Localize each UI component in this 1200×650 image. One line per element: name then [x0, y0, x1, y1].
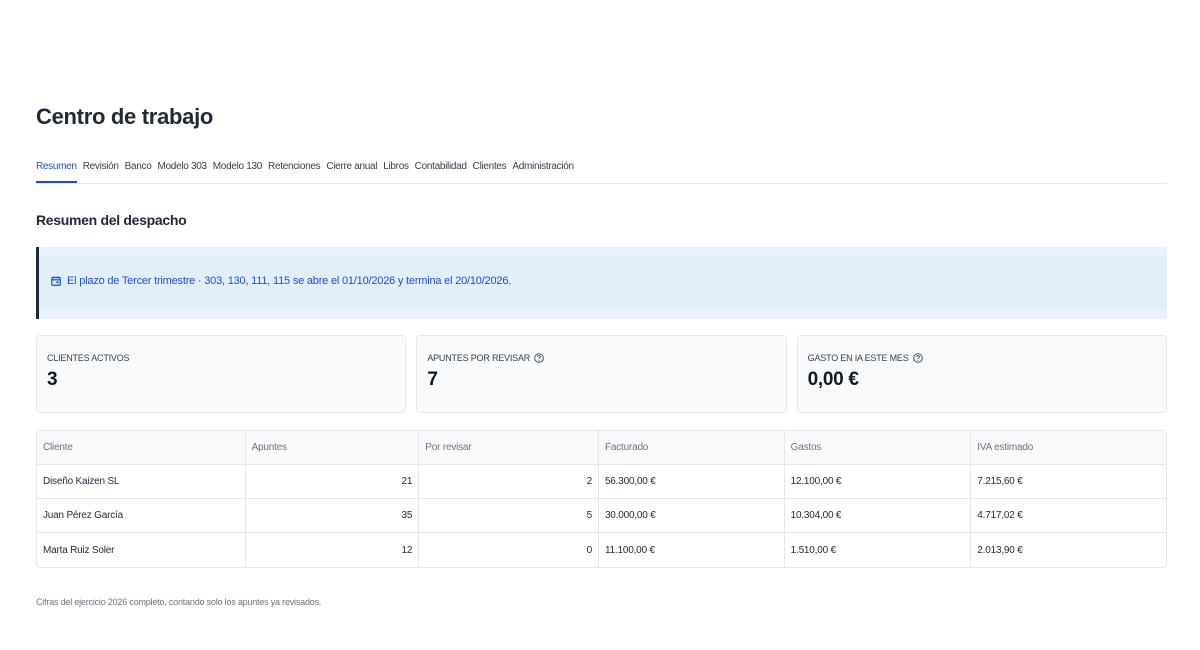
calendar-icon — [51, 276, 61, 286]
card-label-text: CLIENTES ACTIVOS — [47, 353, 130, 363]
tab-modelo-303[interactable]: Modelo 303 — [158, 157, 208, 178]
card-clientes-activos: CLIENTES ACTIVOS 3 — [36, 335, 407, 413]
cell-por-revisar: 2 — [418, 465, 598, 499]
column-header-facturado: Facturado — [597, 431, 784, 465]
page-title: Centro de trabajo — [36, 104, 214, 129]
cell-cliente: Diseño Kaizen SL — [37, 465, 245, 499]
cell-iva-estimado: 4.717,02 € — [970, 499, 1166, 533]
tab-administracion[interactable]: Administración — [512, 157, 574, 178]
card-value: 7 — [427, 369, 438, 390]
cell-cliente: Juan Pérez García — [37, 499, 245, 533]
column-header-por-revisar: Por revisar — [418, 431, 598, 465]
card-gasto-ia: GASTO EN IA ESTE MES 0,00 € — [796, 335, 1167, 413]
clients-table: Cliente Apuntes Por revisar Facturado Ga… — [36, 430, 1167, 568]
cell-iva-estimado: 2.013,90 € — [970, 533, 1166, 567]
tab-contabilidad[interactable]: Contabilidad — [415, 157, 467, 178]
tab-bar: Resumen Revisión Banco Modelo 303 Modelo… — [36, 157, 1167, 184]
notice-content: El plazo de Tercer trimestre · 303, 130,… — [51, 275, 511, 287]
card-label: APUNTES POR REVISAR — [427, 353, 775, 363]
tab-retenciones[interactable]: Retenciones — [268, 157, 321, 178]
tab-resumen[interactable]: Resumen — [36, 157, 77, 183]
help-icon[interactable] — [534, 353, 544, 363]
card-label-text: GASTO EN IA ESTE MES — [807, 353, 909, 363]
card-label-text: APUNTES POR REVISAR — [427, 353, 531, 363]
stats-cards: CLIENTES ACTIVOS 3 APUNTES POR REVISAR 7… — [36, 335, 1167, 413]
column-header-gastos: Gastos — [783, 431, 971, 465]
tab-libros[interactable]: Libros — [383, 157, 409, 178]
deadline-notice: El plazo de Tercer trimestre · 303, 130,… — [36, 247, 1167, 319]
cell-gastos: 1.510,00 € — [783, 533, 971, 567]
column-header-apuntes: Apuntes — [244, 431, 419, 465]
column-header-iva-estimado: IVA estimado — [970, 431, 1166, 465]
cell-apuntes: 21 — [244, 465, 419, 499]
tab-clientes[interactable]: Clientes — [473, 157, 507, 178]
card-value: 3 — [47, 369, 58, 390]
cell-iva-estimado: 7.215,60 € — [970, 465, 1166, 499]
cell-cliente: Marta Ruiz Soler — [43, 544, 115, 556]
table-row[interactable]: Marta Ruiz Soler 12 0 11.100,00 € 1.510,… — [37, 533, 1166, 567]
tab-cierre-anual[interactable]: Cierre anual — [326, 157, 377, 178]
cell-gastos: 12.100,00 € — [783, 465, 971, 499]
column-header-cliente: Cliente — [37, 431, 245, 465]
cell-facturado: 56.300,00 € — [597, 465, 784, 499]
cell-facturado: 11.100,00 € — [597, 533, 784, 567]
card-value: 0,00 € — [807, 369, 859, 390]
cell-por-revisar: 5 — [418, 499, 598, 533]
help-icon[interactable] — [912, 353, 923, 363]
cell-facturado: 30.000,00 € — [597, 499, 784, 533]
card-apuntes-por-revisar: APUNTES POR REVISAR 7 — [416, 335, 787, 413]
notice-text: El plazo de Tercer trimestre · 303, 130,… — [67, 275, 512, 287]
tab-banco[interactable]: Banco — [125, 157, 152, 178]
table-row[interactable]: Diseño Kaizen SL 21 2 56.300,00 € 12.100… — [37, 465, 1166, 499]
cell-apuntes: 12 — [244, 533, 419, 567]
tab-revision[interactable]: Revisión — [83, 157, 119, 178]
cell-gastos: 10.304,00 € — [783, 499, 971, 533]
section-title: Resumen del despacho — [36, 212, 187, 228]
footnote: Cifras del ejercicio 2026 completo, cont… — [36, 597, 322, 607]
card-label: CLIENTES ACTIVOS — [47, 353, 395, 363]
card-label: GASTO EN IA ESTE MES — [808, 353, 1156, 363]
cell-por-revisar: 0 — [418, 533, 598, 567]
cell-apuntes: 35 — [244, 499, 419, 533]
table-row[interactable]: Juan Pérez García 35 5 30.000,00 € 10.30… — [37, 499, 1166, 533]
tab-modelo-130[interactable]: Modelo 130 — [213, 157, 263, 178]
table-header-row: Cliente Apuntes Por revisar Facturado Ga… — [37, 431, 1166, 465]
